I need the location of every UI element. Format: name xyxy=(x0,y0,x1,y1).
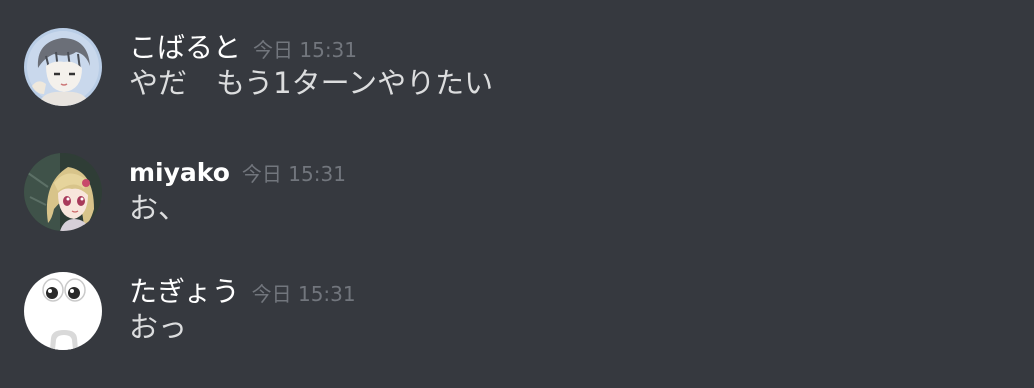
message-content: やだ もう1ターンやりたい xyxy=(129,66,494,100)
chat-message-list: こばると 今日 15:31 やだ もう1ターンやりたい miyako 今日 15… xyxy=(0,0,1034,388)
username[interactable]: たぎょう xyxy=(129,275,240,308)
sketch-character-avatar-icon xyxy=(24,28,102,106)
eyes-face-avatar-icon xyxy=(24,272,102,350)
timestamp: 今日 15:31 xyxy=(251,282,356,306)
message-item: たぎょう 今日 15:31 おっ xyxy=(0,272,1034,362)
message-content: おっ xyxy=(129,310,188,344)
message-item: こばると 今日 15:31 やだ もう1ターンやりたい xyxy=(0,28,1034,118)
avatar[interactable] xyxy=(24,272,102,350)
avatar[interactable] xyxy=(24,28,102,106)
avatar[interactable] xyxy=(24,153,102,231)
message-item: miyako 今日 15:31 お、 xyxy=(0,153,1034,243)
username[interactable]: こばると xyxy=(129,31,241,64)
anime-girl-avatar-icon xyxy=(24,153,102,231)
timestamp: 今日 15:31 xyxy=(241,162,346,186)
timestamp: 今日 15:31 xyxy=(253,38,358,62)
username[interactable]: miyako xyxy=(129,158,230,187)
message-content: お、 xyxy=(129,191,188,225)
